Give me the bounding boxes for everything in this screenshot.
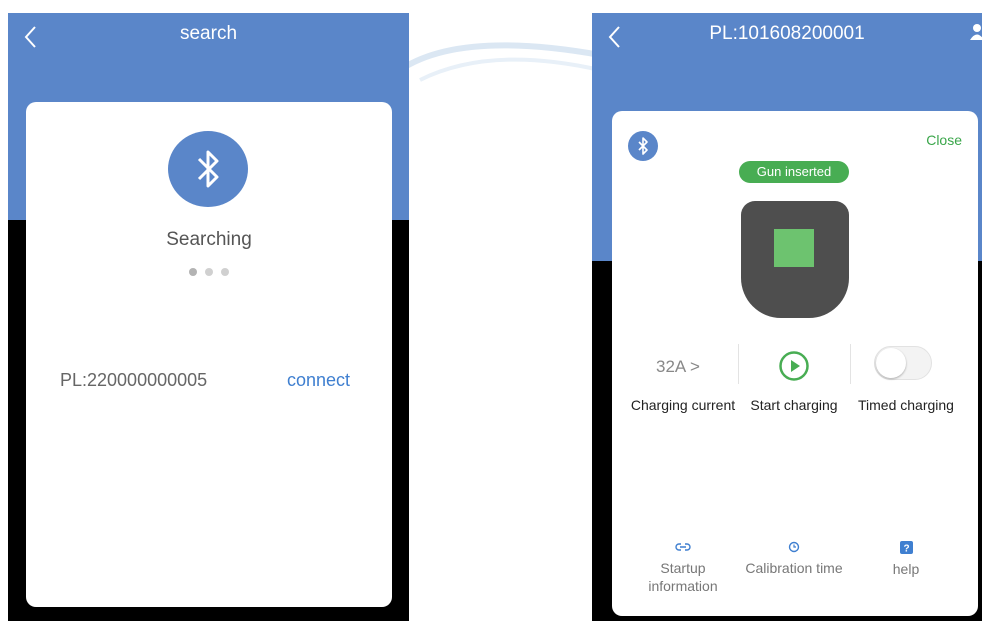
- svg-text:?: ?: [903, 544, 909, 555]
- start-charging-label: Start charging: [750, 397, 838, 413]
- bluetooth-icon: [168, 131, 248, 207]
- bottom-nav-label: Startup: [660, 560, 706, 576]
- background-swoosh: [400, 42, 600, 82]
- charger-screen: PL:101608200001 Close Gun inserted 32A >…: [592, 13, 982, 621]
- charging-current-label: Charging current: [630, 397, 736, 413]
- status-badge: Gun inserted: [739, 161, 849, 183]
- help-button[interactable]: ? help: [846, 541, 966, 578]
- device-id: PL:220000000005: [60, 370, 208, 390]
- charger-display: [774, 229, 814, 267]
- divider: [738, 344, 739, 384]
- bottom-nav-label: Calibration time: [745, 560, 843, 576]
- charger-illustration: [741, 201, 849, 318]
- search-card: Searching PL:220000000005 connect: [26, 102, 392, 607]
- loading-dots: [26, 268, 392, 276]
- loading-dot: [189, 268, 197, 276]
- help-icon: ?: [899, 541, 913, 555]
- search-status: Searching: [166, 229, 252, 250]
- bottom-nav-label: help: [892, 561, 920, 577]
- toggle-knob: [876, 348, 906, 378]
- bluetooth-icon: [628, 131, 658, 161]
- link-icon: [675, 543, 691, 551]
- page-title: PL:101608200001: [709, 23, 865, 44]
- startup-information-button[interactable]: Startup information: [623, 541, 743, 595]
- play-circle-icon[interactable]: [778, 350, 810, 382]
- bottom-nav-label: information: [648, 578, 718, 594]
- loading-dot: [205, 268, 213, 276]
- close-button[interactable]: Close: [926, 132, 962, 148]
- clock-icon: [788, 541, 800, 553]
- page-title: search: [179, 23, 238, 44]
- user-icon[interactable]: [970, 23, 982, 41]
- charger-card: Close Gun inserted 32A > Charging curren…: [612, 111, 978, 616]
- timed-charging-toggle[interactable]: [874, 346, 932, 380]
- calibration-time-button[interactable]: Calibration time: [734, 541, 854, 577]
- connect-button[interactable]: connect: [287, 370, 350, 391]
- charging-current-selector[interactable]: 32A >: [656, 357, 700, 377]
- search-screen: search Searching PL:220000000005 connect: [8, 13, 409, 621]
- divider: [850, 344, 851, 384]
- timed-charging-label: Timed charging: [858, 397, 954, 413]
- loading-dot: [221, 268, 229, 276]
